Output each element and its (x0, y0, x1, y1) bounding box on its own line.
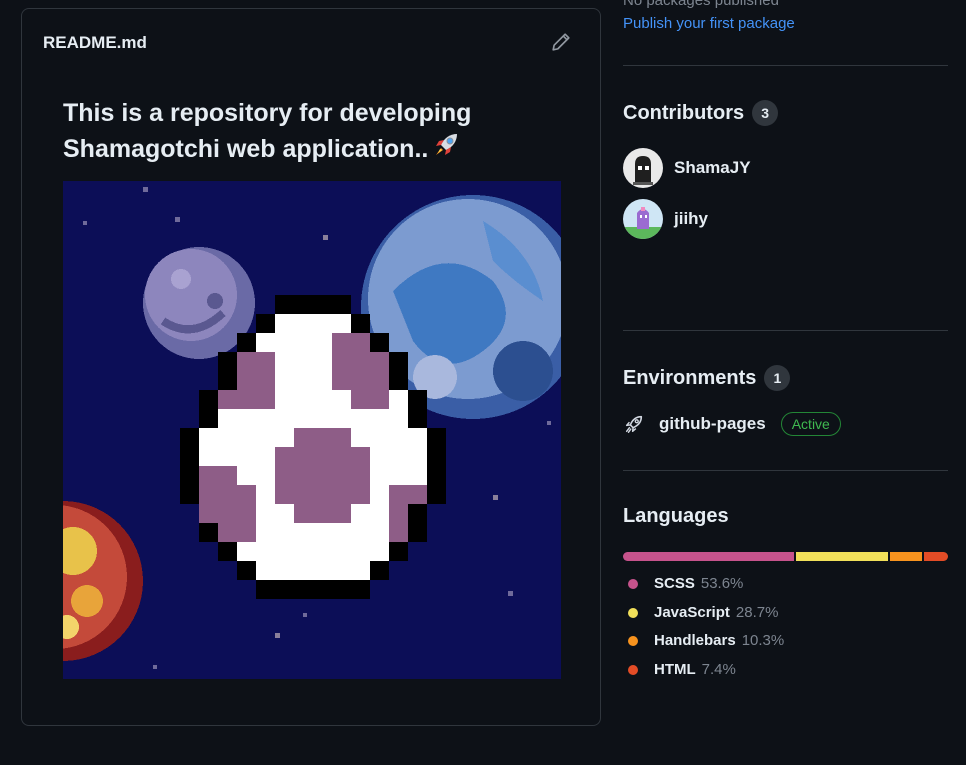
environments-title: Environments (623, 366, 757, 389)
language-dot (628, 578, 638, 589)
language-item-handlebars[interactable]: Handlebars 10.3% (628, 632, 784, 649)
language-dot (628, 607, 638, 618)
avatar[interactable] (623, 199, 663, 239)
language-bar-segment-scss[interactable] (623, 552, 794, 561)
contributor-name: ShamaJY (674, 158, 751, 177)
language-percent: 7.4% (701, 661, 736, 678)
rocket-icon (625, 415, 643, 433)
divider (623, 470, 948, 471)
contributors-count: 3 (752, 100, 779, 126)
language-percent: 53.6% (700, 575, 744, 592)
avatar[interactable] (623, 148, 663, 188)
language-percent: 10.3% (741, 632, 785, 649)
language-bar-segment-html[interactable] (924, 552, 948, 561)
environments-count: 1 (764, 365, 791, 391)
readme-heading: This is a repository for developing Sham… (63, 97, 523, 165)
language-item-scss[interactable]: SCSS 53.6% (628, 575, 743, 592)
shamagotchi-egg-image (63, 181, 561, 679)
environments-heading[interactable]: Environments 1 (623, 365, 791, 391)
language-bar-segment-handlebars[interactable] (889, 552, 923, 561)
pencil-icon[interactable] (550, 31, 572, 53)
language-bar-segment-javascript[interactable] (795, 552, 888, 561)
language-name: JavaScript (654, 604, 730, 621)
packages-status: No packages published (623, 0, 779, 9)
environment-name: github-pages (659, 414, 766, 433)
status-badge: Active (780, 412, 841, 436)
contributor-name: jiihy (674, 209, 709, 228)
environment-github-pages[interactable]: github-pages Active (623, 412, 841, 436)
language-name: SCSS (654, 575, 695, 592)
language-bar (623, 552, 948, 561)
contributor-jiihy[interactable]: jiihy (623, 199, 708, 239)
divider (623, 330, 948, 331)
language-item-javascript[interactable]: JavaScript 28.7% (628, 604, 778, 621)
contributor-shamajy[interactable]: ShamaJY (623, 148, 751, 188)
contributors-title: Contributors (623, 101, 745, 124)
language-dot (628, 635, 638, 646)
language-percent: 28.7% (735, 604, 779, 621)
language-item-html[interactable]: HTML 7.4% (628, 661, 736, 678)
divider (623, 65, 948, 66)
contributors-heading[interactable]: Contributors 3 (623, 100, 779, 126)
language-name: Handlebars (654, 632, 736, 649)
readme-heading-text: This is a repository for developing Sham… (63, 99, 472, 163)
publish-package-link[interactable]: Publish your first package (623, 15, 795, 32)
languages-title: Languages (623, 505, 729, 527)
readme-panel: README.md This is a repository for devel… (21, 8, 601, 726)
readme-filename: README.md (43, 33, 147, 52)
languages-heading: Languages (623, 505, 729, 528)
language-name: HTML (654, 661, 696, 678)
rocket-emoji (436, 134, 458, 155)
language-dot (628, 664, 638, 675)
